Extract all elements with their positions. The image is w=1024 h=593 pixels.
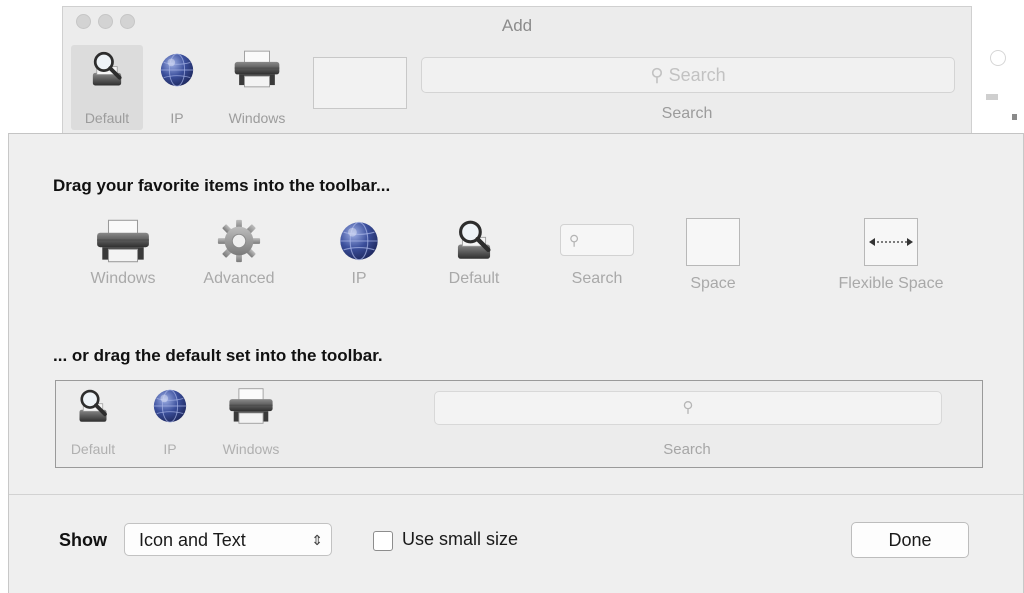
- default-set-search-label: Search: [663, 441, 711, 458]
- palette-item-label: Flexible Space: [838, 275, 944, 292]
- toolbar-item-windows[interactable]: Windows: [209, 45, 305, 130]
- default-set-item-windows: Windows: [206, 387, 296, 463]
- toolbar-item-ip[interactable]: IP: [149, 45, 205, 130]
- done-button[interactable]: Done: [851, 522, 969, 558]
- toolbar-window: Add Default IP Windows ⚲ Search Search: [62, 6, 972, 136]
- globe-icon: [151, 387, 189, 425]
- globe-icon: [337, 218, 381, 264]
- toolbar-item-label: IP: [170, 110, 184, 126]
- customize-toolbar-sheet: Drag your favorite items into the toolba…: [8, 133, 1024, 593]
- window-title: Add: [501, 16, 533, 35]
- palette-item-flexible-space[interactable]: Flexible Space: [821, 218, 961, 293]
- search-icon: ⚲: [650, 65, 664, 85]
- palette-item-label: Windows: [90, 270, 156, 287]
- use-small-size-checkbox[interactable]: [373, 531, 393, 551]
- printer-icon: [232, 49, 282, 89]
- default-set-item-default: Default: [62, 387, 124, 463]
- toolbar-item-default[interactable]: Default: [71, 45, 143, 130]
- palette-item-label: Advanced: [203, 270, 275, 287]
- printer-icon: [94, 218, 152, 264]
- default-printer-icon: [85, 49, 129, 89]
- default-printer-icon: [72, 387, 114, 425]
- show-select-value: Icon and Text: [139, 530, 246, 550]
- palette-item-advanced[interactable]: Advanced: [187, 218, 291, 288]
- search-icon: ⚲: [569, 232, 580, 248]
- default-printer-icon: [449, 216, 499, 264]
- toolbar-item-label: Windows: [228, 110, 286, 126]
- palette-item-windows[interactable]: Windows: [71, 218, 175, 288]
- palette-item-label: Space: [690, 275, 736, 292]
- default-set-search-field: ⚲: [434, 391, 942, 425]
- show-select[interactable]: Icon and Text ⇕: [124, 523, 332, 556]
- background-fragment: [1012, 114, 1017, 120]
- show-label: Show: [59, 530, 107, 550]
- toolbar-search-field[interactable]: ⚲ Search: [421, 57, 955, 93]
- printer-icon: [226, 387, 276, 425]
- palette-heading: Drag your favorite items into the toolba…: [53, 176, 391, 195]
- palette-item-label: IP: [351, 270, 367, 287]
- default-set-item-label: Windows: [222, 441, 280, 457]
- palette-item-label: Search: [571, 270, 623, 287]
- default-toolbar-set[interactable]: Default IP Windows ⚲ Search: [55, 380, 983, 468]
- palette-item-label: Default: [448, 270, 500, 287]
- toolbar-space[interactable]: [313, 57, 407, 109]
- use-small-size-label[interactable]: Use small size: [402, 529, 518, 550]
- search-placeholder: Search: [668, 65, 726, 85]
- palette-item-default[interactable]: Default: [429, 216, 519, 288]
- palette-item-space[interactable]: Space: [671, 218, 755, 293]
- background-radio: [990, 50, 1006, 66]
- gear-icon: [216, 218, 262, 264]
- default-set-item-label: IP: [163, 441, 177, 457]
- toolbar-item-label: Default: [84, 110, 130, 126]
- toolbar-search-label: Search: [661, 105, 713, 122]
- palette-item-ip[interactable]: IP: [319, 218, 399, 288]
- default-set-heading: ... or drag the default set into the too…: [53, 346, 383, 365]
- globe-icon: [158, 51, 196, 89]
- flexible-space-icon: [864, 218, 918, 266]
- default-set-item-label: Default: [70, 441, 116, 457]
- background-fragment: [986, 94, 998, 100]
- space-icon: [686, 218, 740, 266]
- search-field-preview: ⚲: [560, 224, 634, 256]
- default-set-item-ip: IP: [140, 387, 200, 463]
- search-icon: ⚲: [682, 399, 694, 416]
- palette-item-search[interactable]: ⚲ Search: [549, 224, 645, 288]
- footer-divider: [9, 494, 1023, 495]
- chevron-up-down-icon: ⇕: [311, 532, 323, 548]
